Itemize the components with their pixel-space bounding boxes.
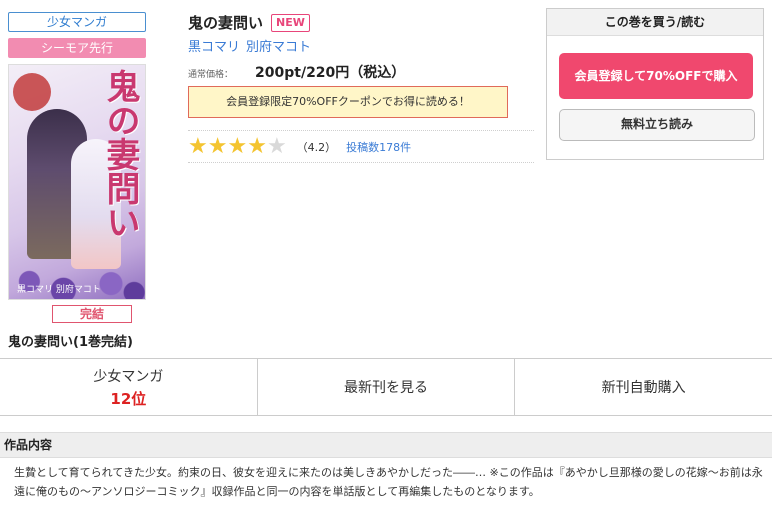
synopsis-heading: 作品内容 — [0, 432, 772, 458]
preview-tag: シーモア先行 — [8, 38, 146, 58]
cover-authors-art: 黒コマリ 別府マコト — [17, 285, 101, 295]
new-badge: NEW — [271, 13, 310, 32]
ranking-value: 12位 — [110, 389, 147, 408]
star-icon: ★ — [247, 134, 267, 159]
ranking-category: 少女マンガ — [93, 368, 164, 385]
star-icon: ★ — [188, 134, 208, 159]
price-value: 200pt/220円（税込） — [255, 65, 406, 81]
status-badge: 完結 — [52, 305, 132, 323]
ranking-cell[interactable]: 少女マンガ 12位 — [0, 359, 258, 415]
author-link[interactable]: 別府マコト — [246, 40, 311, 55]
cover-image[interactable]: 鬼の妻問い 黒コマリ 別府マコト — [8, 64, 146, 300]
buy-panel: この巻を買う/読む 会員登録して70%OFFで購入 無料立ち読み — [546, 8, 764, 160]
rating-stars: ★ ★ ★ ★ ★ — [188, 136, 287, 158]
title-row: 鬼の妻問い NEW — [188, 12, 310, 33]
auto-buy-label: 新刊自動購入 — [601, 380, 686, 396]
divider — [188, 162, 534, 163]
series-name[interactable]: 鬼の妻問い(1巻完結) — [8, 331, 133, 350]
star-icon: ★ — [227, 134, 248, 159]
buy-panel-heading: この巻を買う/読む — [547, 9, 763, 36]
auto-buy-button[interactable]: 新刊自動購入 — [515, 359, 772, 415]
author-links: 黒コマリ 別府マコト — [188, 36, 317, 55]
genre-tag[interactable]: 少女マンガ — [8, 12, 146, 32]
cover-seal — [13, 73, 51, 111]
register-buy-button[interactable]: 会員登録して70%OFFで購入 — [559, 53, 753, 99]
star-icon: ★ — [207, 134, 228, 159]
free-preview-button[interactable]: 無料立ち読み — [559, 109, 755, 141]
action-bar: 少女マンガ 12位 最新刊を見る 新刊自動購入 — [0, 358, 772, 416]
rating-value: （4.2） — [296, 141, 337, 154]
author-link[interactable]: 黒コマリ — [188, 40, 240, 55]
latest-volume-label: 最新刊を見る — [344, 380, 428, 396]
latest-volume-button[interactable]: 最新刊を見る — [258, 359, 516, 415]
divider — [188, 130, 534, 131]
price-row: 通常価格： 200pt/220円（税込） — [188, 62, 405, 82]
rating-row: ★ ★ ★ ★ ★ （4.2） 投稿数178件 — [188, 136, 411, 158]
cover-title-art: 鬼の妻問い — [100, 69, 140, 239]
coupon-banner[interactable]: 会員登録限定70%OFFクーポンでお得に読める！ — [188, 86, 508, 118]
star-icon: ★ — [266, 134, 287, 159]
book-title: 鬼の妻問い — [188, 14, 264, 32]
price-label: 通常価格： — [188, 70, 234, 80]
synopsis-text: 生贄として育てられてきた少女。約束の日、彼女を迎えに来たのは美しきあやかしだった… — [14, 466, 763, 498]
reviews-link[interactable]: 投稿数178件 — [346, 139, 411, 155]
